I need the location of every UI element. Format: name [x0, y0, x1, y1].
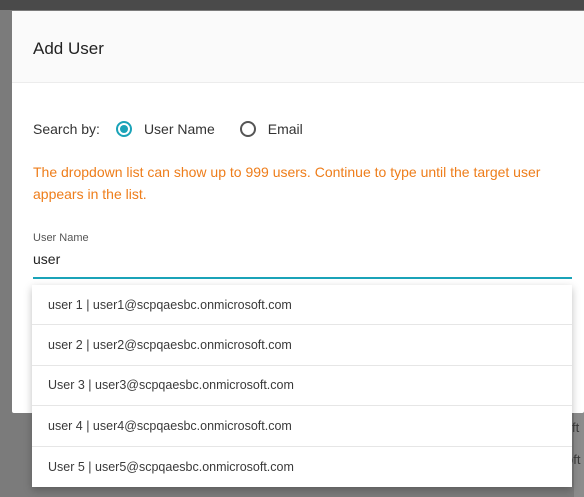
background-text: ft [572, 420, 580, 435]
username-field-label: User Name [33, 232, 89, 244]
username-radio-label[interactable]: User Name [144, 121, 215, 137]
dialog-title: Add User [33, 39, 104, 58]
dropdown-item[interactable]: User 5 | user5@scpqaesbc.onmicrosoft.com [32, 447, 572, 487]
email-radio-label[interactable]: Email [268, 121, 303, 137]
background-topbar [0, 0, 584, 10]
search-by-label: Search by: [33, 121, 100, 137]
dropdown-item[interactable]: user 1 | user1@scpqaesbc.onmicrosoft.com [32, 285, 572, 326]
username-input[interactable] [33, 248, 563, 270]
username-radio[interactable] [115, 121, 132, 137]
dialog-header: Add User [12, 11, 584, 83]
search-by-row: Search by: User Name Email [33, 118, 328, 140]
radio-dot [119, 125, 128, 133]
dropdown-item[interactable]: User 3 | user3@scpqaesbc.onmicrosoft.com [32, 366, 572, 407]
dropdown-item[interactable]: user 2 | user2@scpqaesbc.onmicrosoft.com [32, 325, 572, 366]
username-field: User Name [33, 232, 572, 279]
email-radio[interactable] [239, 121, 256, 137]
user-suggestion-dropdown: user 1 | user1@scpqaesbc.onmicrosoft.com… [32, 285, 572, 487]
warning-message: The dropdown list can show up to 999 use… [33, 164, 541, 202]
dropdown-item[interactable]: user 4 | user4@scpqaesbc.onmicrosoft.com [32, 406, 572, 447]
